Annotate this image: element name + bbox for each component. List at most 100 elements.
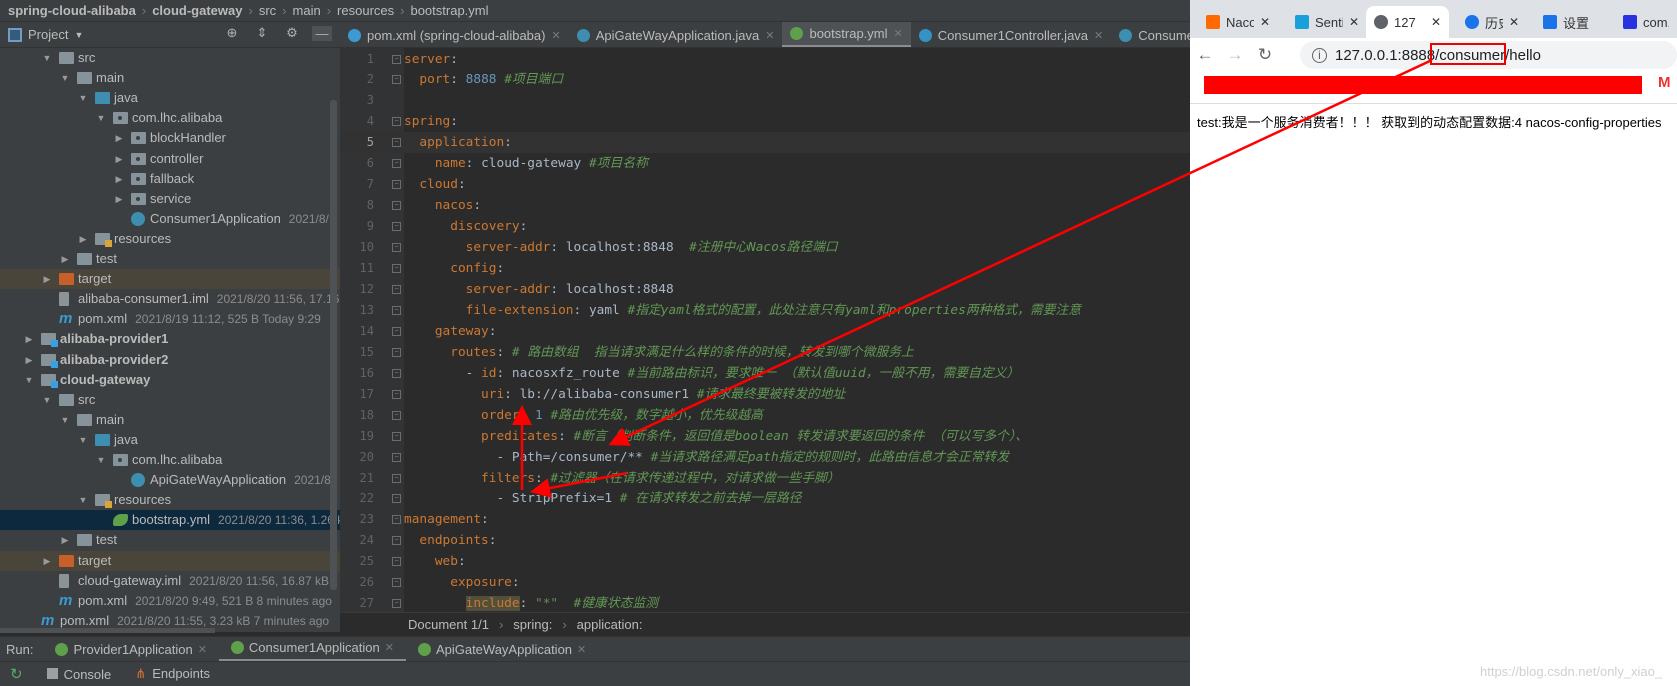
fold-marker-icon[interactable]: −: [392, 305, 401, 315]
fold-marker-icon[interactable]: −: [392, 222, 401, 232]
editor-tab[interactable]: bootstrap.yml ✕: [782, 22, 911, 47]
tree-item[interactable]: ▼ src: [0, 390, 340, 410]
tree-scrollbar[interactable]: [330, 100, 337, 590]
chevron-down-icon[interactable]: ▼: [74, 30, 83, 40]
browser-tab[interactable]: 127 ✕: [1366, 6, 1449, 38]
tree-item[interactable]: ▶ alibaba-provider2: [0, 350, 340, 370]
tree-horizontal-scrollbar[interactable]: [0, 628, 215, 633]
tree-item[interactable]: ▼ cloud-gateway: [0, 370, 340, 390]
fold-marker-icon[interactable]: −: [392, 410, 401, 420]
tree-item[interactable]: ▶ blockHandler: [0, 128, 340, 148]
project-view-selector[interactable]: Project: [28, 27, 68, 42]
fold-marker-icon[interactable]: −: [392, 159, 401, 169]
expanded-arrow-icon[interactable]: ▼: [95, 450, 107, 470]
fold-marker-icon[interactable]: −: [392, 494, 401, 504]
tree-item[interactable]: Consumer1Application 2021/8/: [0, 209, 340, 229]
tree-item[interactable]: ▶ target: [0, 269, 340, 290]
doc-breadcrumb-item[interactable]: Document 1/1: [408, 617, 489, 632]
tree-item[interactable]: ▶ test: [0, 530, 340, 550]
browser-tab[interactable]: 历史 ✕: [1457, 6, 1527, 38]
fold-marker-icon[interactable]: −: [392, 264, 401, 273]
tree-item[interactable]: ▼ com.lhc.alibaba: [0, 450, 340, 470]
fold-marker-icon[interactable]: −: [392, 284, 401, 294]
tree-item[interactable]: bootstrap.yml 2021/8/20 11:36, 1.26 kB: [0, 510, 340, 531]
tree-item[interactable]: ▼ resources: [0, 490, 340, 510]
collapsed-arrow-icon[interactable]: ▶: [41, 551, 53, 571]
editor-tab[interactable]: ApiGateWayApplication.java ✕: [569, 22, 783, 47]
tree-item[interactable]: ▼ main: [0, 68, 340, 88]
fold-marker-icon[interactable]: −: [392, 557, 401, 567]
breadcrumb-item[interactable]: resources: [337, 3, 394, 18]
editor-tab[interactable]: Consumer1Application.java✕: [1111, 22, 1190, 47]
tree-item[interactable]: cloud-gateway.iml 2021/8/20 11:56, 16.87 …: [0, 571, 340, 591]
fold-marker-icon[interactable]: −: [392, 75, 401, 85]
expanded-arrow-icon[interactable]: ▼: [23, 370, 35, 390]
expanded-arrow-icon[interactable]: ▼: [41, 390, 53, 410]
breadcrumb-item[interactable]: bootstrap.yml: [410, 3, 488, 18]
collapsed-arrow-icon[interactable]: ▶: [113, 128, 125, 148]
expanded-arrow-icon[interactable]: ▼: [41, 48, 53, 68]
breadcrumb-item[interactable]: main: [293, 3, 321, 18]
collapsed-arrow-icon[interactable]: ▶: [113, 169, 125, 189]
collapse-all-icon[interactable]: ⇕: [252, 25, 272, 41]
tree-item[interactable]: ApiGateWayApplication 2021/8: [0, 470, 340, 490]
collapsed-arrow-icon[interactable]: ▶: [59, 530, 71, 550]
tree-item[interactable]: m pom.xml 2021/8/20 9:49, 521 B 8 minutes …: [0, 591, 340, 611]
collapsed-arrow-icon[interactable]: ▶: [77, 229, 89, 249]
close-tab-icon[interactable]: ✕: [551, 29, 560, 42]
hide-panel-icon[interactable]: —: [312, 25, 332, 41]
collapsed-arrow-icon[interactable]: ▶: [23, 350, 35, 370]
fold-marker-icon[interactable]: −: [392, 243, 401, 253]
close-tab-icon[interactable]: ✕: [198, 643, 207, 656]
close-tab-icon[interactable]: ✕: [765, 29, 774, 42]
expanded-arrow-icon[interactable]: ▼: [59, 68, 71, 88]
reload-icon[interactable]: ↻: [1250, 45, 1280, 65]
fold-marker-icon[interactable]: −: [392, 180, 401, 190]
run-tab[interactable]: ApiGateWayApplication ✕: [406, 637, 598, 662]
breadcrumb-item[interactable]: cloud-gateway: [152, 3, 242, 18]
browser-tab[interactable]: com.n: [1615, 6, 1677, 38]
tree-item[interactable]: alibaba-consumer1.iml 2021/8/20 11:56, 17…: [0, 289, 340, 309]
close-tab-icon[interactable]: ✕: [894, 27, 903, 40]
tree-item[interactable]: ▶ controller: [0, 149, 340, 169]
collapsed-arrow-icon[interactable]: ▶: [59, 249, 71, 269]
run-tab[interactable]: Consumer1Application ✕: [218, 637, 406, 662]
endpoints-tab[interactable]: ⋔ Endpoints: [135, 666, 210, 682]
expanded-arrow-icon[interactable]: ▼: [95, 108, 107, 128]
close-tab-icon[interactable]: ✕: [1509, 15, 1519, 29]
tree-item[interactable]: ▶ resources: [0, 229, 340, 249]
collapsed-arrow-icon[interactable]: ▶: [113, 149, 125, 169]
close-tab-icon[interactable]: ✕: [1094, 29, 1103, 42]
editor-tab[interactable]: pom.xml (spring-cloud-alibaba) ✕: [340, 22, 569, 47]
tree-item[interactable]: m pom.xml 2021/8/19 11:12, 525 B Today 9:2…: [0, 309, 340, 329]
tree-item[interactable]: ▼ java: [0, 430, 340, 450]
fold-marker-icon[interactable]: −: [392, 201, 401, 211]
close-tab-icon[interactable]: ✕: [1260, 15, 1270, 29]
fold-marker-icon[interactable]: −: [392, 578, 401, 588]
fold-marker-icon[interactable]: −: [392, 368, 401, 378]
expanded-arrow-icon[interactable]: ▼: [77, 490, 89, 510]
breadcrumb-item[interactable]: src: [259, 3, 276, 18]
editor-tab[interactable]: Consumer1Controller.java ✕: [911, 22, 1112, 47]
collapsed-arrow-icon[interactable]: ▶: [23, 329, 35, 349]
fold-marker-icon[interactable]: −: [392, 599, 401, 609]
tree-item[interactable]: ▶ fallback: [0, 169, 340, 189]
collapsed-arrow-icon[interactable]: ▶: [41, 269, 53, 289]
bookmark-logo[interactable]: M: [1658, 74, 1671, 91]
browser-tab[interactable]: Sentinel ✕: [1287, 6, 1367, 38]
close-tab-icon[interactable]: ✕: [385, 641, 394, 654]
expanded-arrow-icon[interactable]: ▼: [59, 410, 71, 430]
tree-item[interactable]: ▼ main: [0, 410, 340, 430]
fold-marker-icon[interactable]: −: [392, 54, 401, 64]
close-tab-icon[interactable]: ✕: [1431, 15, 1441, 29]
gear-icon[interactable]: ⚙: [282, 25, 302, 41]
fold-marker-icon[interactable]: −: [392, 138, 401, 148]
fold-marker-icon[interactable]: −: [392, 389, 401, 399]
fold-marker-icon[interactable]: −: [392, 326, 401, 336]
browser-tab[interactable]: 设置: [1535, 6, 1610, 38]
run-tab[interactable]: Provider1Application ✕: [43, 637, 218, 662]
tree-item[interactable]: ▼ src: [0, 48, 340, 68]
forward-icon[interactable]: →: [1220, 45, 1250, 65]
tree-item[interactable]: ▼ java: [0, 88, 340, 108]
fold-marker-icon[interactable]: −: [392, 536, 401, 546]
